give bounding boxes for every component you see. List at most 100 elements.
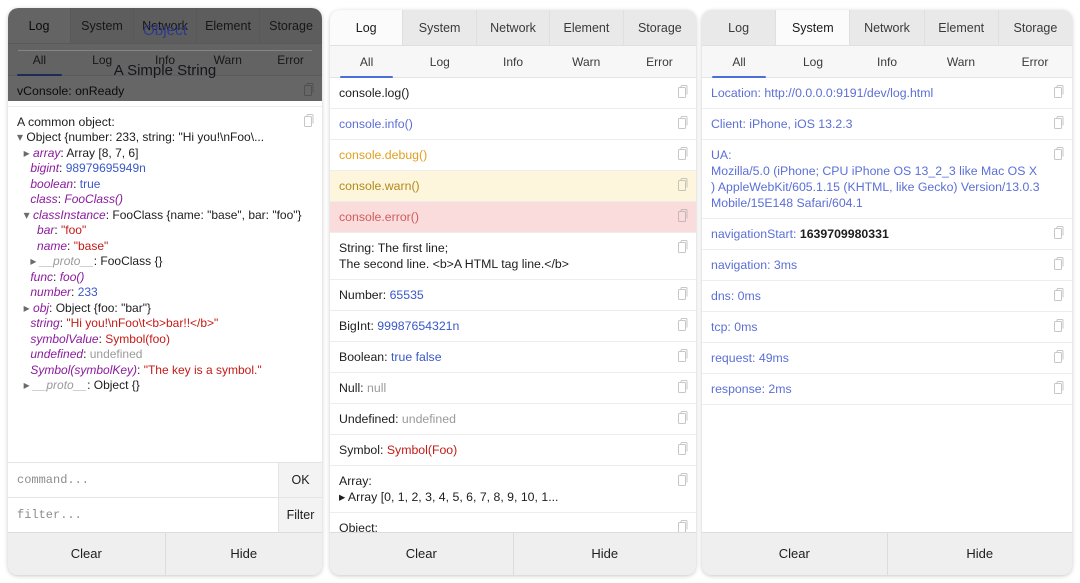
hide-button[interactable]: Hide	[165, 533, 323, 575]
tab-bar[interactable]: Log System Network Element Storage	[702, 10, 1072, 46]
tab-element[interactable]: Element	[925, 10, 999, 45]
copy-icon[interactable]	[678, 520, 689, 532]
tree-node[interactable]: undefined: undefined	[17, 347, 296, 363]
tab-element[interactable]: Element	[550, 10, 623, 45]
filter-button[interactable]: Filter	[278, 498, 322, 532]
log-row[interactable]: Undefined: undefined	[330, 404, 696, 435]
copy-icon[interactable]	[1054, 288, 1065, 301]
tree-node[interactable]: string: "Hi you!\nFoo\t<b>bar!!</b>"	[17, 316, 296, 332]
log-row[interactable]: Location: http://0.0.0.0:9191/dev/log.ht…	[702, 78, 1072, 109]
subtab-warn[interactable]: Warn	[924, 46, 998, 77]
tree-node[interactable]: ▸ array: Array [8, 7, 6]	[17, 146, 296, 162]
tab-storage[interactable]: Storage	[999, 10, 1072, 45]
tree-spacer[interactable]	[30, 223, 37, 237]
copy-icon[interactable]	[678, 442, 689, 455]
copy-icon[interactable]	[1054, 350, 1065, 363]
tree-node[interactable]: boolean: true	[17, 177, 296, 193]
chevron-right-icon[interactable]: ▸	[24, 301, 33, 315]
copy-icon[interactable]	[678, 287, 689, 300]
hide-button[interactable]: Hide	[513, 533, 697, 575]
copy-icon[interactable]	[1054, 319, 1065, 332]
chevron-right-icon[interactable]: ▸	[24, 146, 33, 160]
tab-storage[interactable]: Storage	[624, 10, 696, 45]
log-list[interactable]: Location: http://0.0.0.0:9191/dev/log.ht…	[702, 78, 1072, 532]
filter-bar[interactable]: Filter	[8, 497, 322, 532]
log-row[interactable]: navigationStart: 1639709980331	[702, 219, 1072, 250]
chevron-right-icon[interactable]: ▸	[30, 254, 39, 268]
tree-node[interactable]: func: foo()	[17, 270, 296, 286]
tab-network[interactable]: Network	[477, 10, 550, 45]
log-row[interactable]: navigation: 3ms	[702, 250, 1072, 281]
log-row[interactable]: Array:▸ Array [0, 1, 2, 3, 4, 5, 6, 7, 8…	[330, 466, 696, 513]
chevron-right-icon[interactable]: ▸	[24, 378, 33, 392]
clear-button[interactable]: Clear	[8, 533, 165, 575]
log-level-filter-bar[interactable]: All Log Info Warn Error	[330, 46, 696, 78]
copy-icon[interactable]	[1054, 85, 1065, 98]
log-row[interactable]: Number: 65535	[330, 280, 696, 311]
command-input[interactable]	[8, 463, 278, 497]
subtab-info[interactable]: Info	[850, 46, 924, 77]
log-row[interactable]: UA:Mozilla/5.0 (iPhone; CPU iPhone OS 13…	[702, 140, 1072, 219]
copy-icon[interactable]	[678, 240, 689, 253]
copy-icon[interactable]	[1054, 116, 1065, 129]
filter-input[interactable]	[8, 498, 278, 532]
tree-node[interactable]: ▸ obj: Object {foo: "bar"}	[17, 301, 296, 317]
ok-button[interactable]: OK	[278, 463, 322, 497]
subtab-error[interactable]: Error	[623, 46, 696, 77]
subtab-all[interactable]: All	[702, 46, 776, 77]
tab-system[interactable]: System	[403, 10, 476, 45]
tree-node[interactable]: symbolValue: Symbol(foo)	[17, 332, 296, 348]
subtab-all[interactable]: All	[330, 46, 403, 77]
log-row[interactable]: console.error()	[330, 202, 696, 233]
log-row[interactable]: Symbol: Symbol(Foo)	[330, 435, 696, 466]
log-row[interactable]: tcp: 0ms	[702, 312, 1072, 343]
command-bar[interactable]: OK	[8, 462, 322, 497]
chevron-down-icon[interactable]: ▾	[24, 208, 33, 222]
footer-bar[interactable]: Clear Hide	[702, 532, 1072, 575]
log-row[interactable]: request: 49ms	[702, 343, 1072, 374]
copy-icon[interactable]	[678, 178, 689, 191]
object-mask-overlay[interactable]: Object A Simple String	[8, 8, 322, 101]
copy-icon[interactable]	[678, 209, 689, 222]
tree-node[interactable]: number: 233	[17, 285, 296, 301]
log-row[interactable]: Boolean: true false	[330, 342, 696, 373]
copy-icon[interactable]	[678, 318, 689, 331]
subtab-info[interactable]: Info	[476, 46, 549, 77]
tab-log[interactable]: Log	[330, 10, 403, 45]
clear-button[interactable]: Clear	[702, 533, 887, 575]
tree-node[interactable]: ▾ classInstance: FooClass {name: "base",…	[17, 208, 296, 224]
tab-system[interactable]: System	[776, 10, 850, 45]
tree-node[interactable]: bar: "foo"	[17, 223, 296, 239]
log-row[interactable]: response: 2ms	[702, 374, 1072, 405]
hide-button[interactable]: Hide	[887, 533, 1073, 575]
log-row[interactable]: Client: iPhone, iOS 13.2.3	[702, 109, 1072, 140]
tree-node[interactable]: class: FooClass()	[17, 192, 296, 208]
log-level-filter-bar[interactable]: All Log Info Warn Error	[702, 46, 1072, 78]
tab-log[interactable]: Log	[702, 10, 776, 45]
subtab-log[interactable]: Log	[776, 46, 850, 77]
log-row[interactable]: dns: 0ms	[702, 281, 1072, 312]
chevron-down-icon[interactable]: ▾	[17, 130, 26, 144]
copy-icon[interactable]	[678, 349, 689, 362]
subtab-error[interactable]: Error	[998, 46, 1072, 77]
object-tree[interactable]: ▾ Object {number: 233, string: "Hi you!\…	[17, 130, 296, 394]
tree-node[interactable]: name: "base"	[17, 239, 296, 255]
copy-icon[interactable]	[678, 473, 689, 486]
copy-icon[interactable]	[678, 85, 689, 98]
log-row[interactable]: BigInt: 99987654321n	[330, 311, 696, 342]
footer-bar[interactable]: Clear Hide	[330, 532, 696, 575]
tree-node[interactable]: ▸ __proto__: Object {}	[17, 378, 296, 394]
log-row[interactable]: console.log()	[330, 78, 696, 109]
log-row[interactable]: console.warn()	[330, 171, 696, 202]
copy-icon[interactable]	[678, 147, 689, 160]
log-list[interactable]: console.log()console.info()console.debug…	[330, 78, 696, 532]
tab-bar[interactable]: Log System Network Element Storage	[330, 10, 696, 46]
log-row[interactable]: console.info()	[330, 109, 696, 140]
subtab-warn[interactable]: Warn	[550, 46, 623, 77]
copy-icon[interactable]	[1054, 381, 1065, 394]
log-row[interactable]: String: The first line;The second line. …	[330, 233, 696, 280]
log-row[interactable]: Object:▸ Object {foo: "bar"}	[330, 513, 696, 532]
tree-node[interactable]: bigint: 98979695949n	[17, 161, 296, 177]
tree-spacer[interactable]	[30, 239, 37, 253]
log-row[interactable]: console.debug()	[330, 140, 696, 171]
